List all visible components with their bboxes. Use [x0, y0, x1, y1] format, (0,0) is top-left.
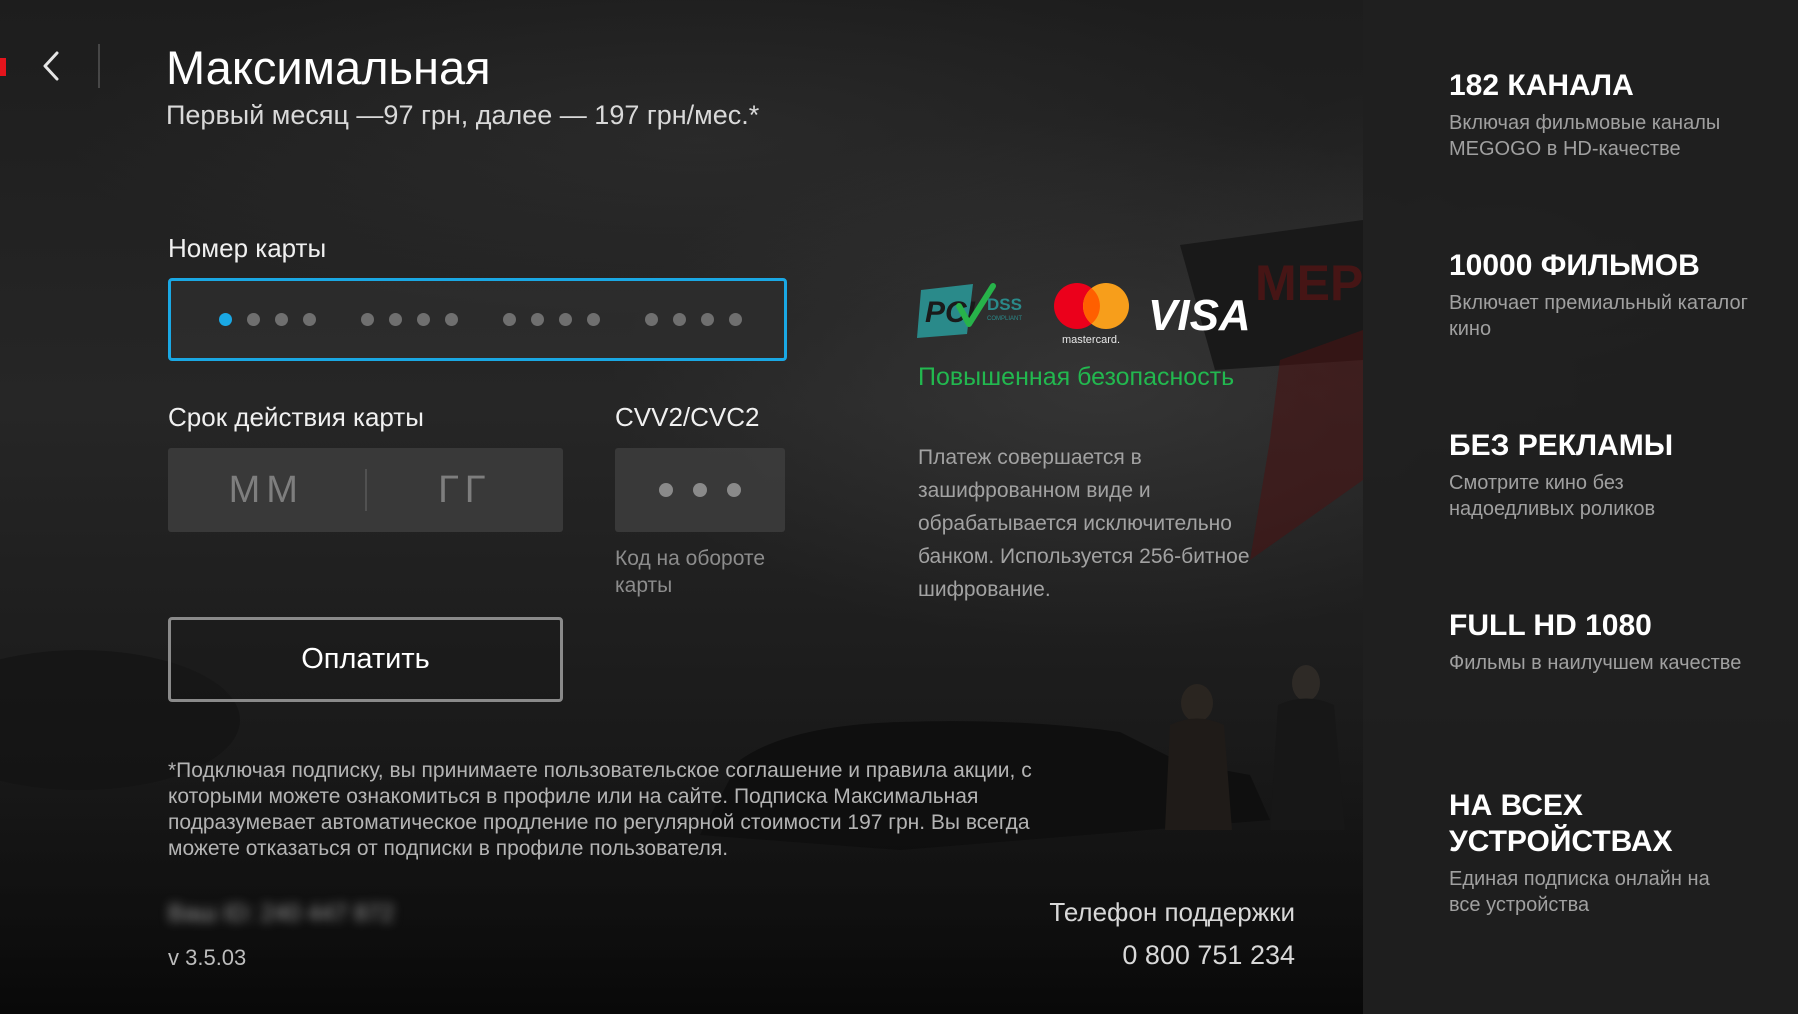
- card-digit-dot: [303, 313, 316, 326]
- feature-description: Смотрите кино без надоедливых роликов: [1449, 472, 1656, 520]
- card-digit-dot: [587, 313, 600, 326]
- feature-title: FULL HD 1080: [1449, 609, 1652, 642]
- cvv-dot: [693, 483, 707, 497]
- card-digit-dot: [503, 313, 516, 326]
- card-number-group: [219, 313, 331, 326]
- back-button[interactable]: [34, 44, 68, 88]
- expiry-label: Срок действия карты: [168, 402, 424, 432]
- cvv-input[interactable]: [615, 448, 785, 532]
- feature-title: БЕЗ РЕКЛАМЫ: [1449, 429, 1674, 462]
- card-digit-dot: [275, 313, 288, 326]
- page-title: Максимальная: [166, 41, 491, 94]
- feature-description: Включая фильмовые каналы MEGOGO в HD-кач…: [1449, 112, 1721, 160]
- card-digit-dot: [361, 313, 374, 326]
- card-number-label: Номер карты: [168, 233, 327, 263]
- feature-item-all-devices: НА ВСЕХ УСТРОЙСТВАХ Единая подписка онла…: [1449, 788, 1719, 918]
- card-digit-dot: [701, 313, 714, 326]
- card-digit-dot: [417, 313, 430, 326]
- visa-logo: VISA: [1148, 291, 1251, 340]
- card-digit-dot: [389, 313, 402, 326]
- feature-title: 10000 ФИЛЬМОВ: [1449, 249, 1700, 282]
- feature-item-no-ads: БЕЗ РЕКЛАМЫ Смотрите кино без надоедливы…: [1449, 428, 1749, 522]
- svg-text:mastercard.: mastercard.: [1062, 334, 1120, 346]
- header-divider: [98, 44, 100, 88]
- cvv-dot: [659, 483, 673, 497]
- cvv-hint: Код на обороте карты: [615, 547, 765, 597]
- feature-item-channels: 182 КАНАЛА Включая фильмовые каналы MEGO…: [1449, 68, 1749, 162]
- feature-item-movies: 10000 ФИЛЬМОВ Включает премиальный катал…: [1449, 248, 1749, 342]
- svg-text:COMPLIANT: COMPLIANT: [987, 316, 1022, 322]
- card-digit-dot: [559, 313, 572, 326]
- subscription-disclaimer: *Подключая подписку, вы принимаете польз…: [168, 759, 1032, 860]
- price-subtitle: Первый месяц —97 грн, далее — 197 грн/ме…: [166, 100, 760, 130]
- payment-screen: МЕР Максимальная Первый месяц —97 грн, д…: [0, 0, 1798, 1014]
- user-id: Ваш ID: 240 447 872: [168, 900, 395, 927]
- feature-title: 182 КАНАЛА: [1449, 69, 1634, 102]
- support-phone-label: Телефон поддержки: [1049, 897, 1295, 927]
- pci-dss-logo: PCI DSS COMPLIANT: [917, 283, 1022, 338]
- cvv-dot: [727, 483, 741, 497]
- feature-item-full-hd: FULL HD 1080 Фильмы в наилучшем качестве: [1449, 608, 1749, 676]
- feature-title: НА ВСЕХ УСТРОЙСТВАХ: [1449, 789, 1673, 858]
- feature-description: Включает премиальный каталог кино: [1449, 292, 1748, 340]
- pay-button[interactable]: Оплатить: [168, 617, 563, 702]
- feature-description: Единая подписка онлайн на все устройства: [1449, 868, 1710, 916]
- feature-description: Фильмы в наилучшем качестве: [1449, 652, 1742, 674]
- card-digit-dot: [531, 313, 544, 326]
- expiry-year-input[interactable]: ГГ: [367, 469, 564, 512]
- card-digit-dot: [219, 313, 232, 326]
- card-digit-dot: [729, 313, 742, 326]
- card-digit-dot: [247, 313, 260, 326]
- security-description: Платеж совершается в зашифрованном виде …: [918, 446, 1250, 601]
- svg-text:DSS: DSS: [987, 295, 1022, 314]
- card-digit-dot: [645, 313, 658, 326]
- brand-accent-mark: [0, 58, 6, 76]
- card-number-group: [503, 313, 615, 326]
- chevron-left-icon: [43, 51, 59, 81]
- card-number-group: [361, 313, 473, 326]
- expiry-field: ММ ГГ: [168, 448, 563, 532]
- mastercard-logo: mastercard.: [1054, 283, 1129, 346]
- app-version: v 3.5.03: [168, 945, 247, 970]
- svg-text:VISA: VISA: [1148, 291, 1251, 340]
- card-digit-dot: [445, 313, 458, 326]
- security-badge: Повышенная безопасность: [918, 363, 1235, 391]
- cvv-label: CVV2/CVC2: [615, 402, 760, 432]
- card-number-input[interactable]: [168, 278, 787, 361]
- support-phone-number: 0 800 751 234: [1122, 940, 1295, 970]
- payment-logos: PCI DSS COMPLIANT mastercard. VISA: [915, 276, 1305, 356]
- card-number-group: [645, 313, 757, 326]
- expiry-month-input[interactable]: ММ: [168, 469, 365, 512]
- card-digit-dot: [673, 313, 686, 326]
